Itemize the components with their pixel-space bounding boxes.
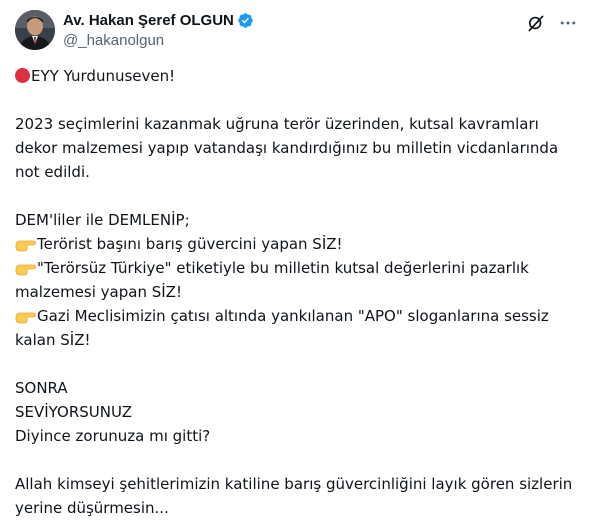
closing-line-1: SONRA	[15, 379, 68, 397]
intro-line: DEM'liler ile DEMLENİP;	[15, 211, 190, 229]
backhand-index-pointing-right-emoji	[15, 259, 37, 276]
bullet-2: "Terörsüz Türkiye" etiketiyle bu milleti…	[15, 256, 580, 304]
tweet-card: Av. Hakan Şeref OLGUN @_hakanolgun EYY Y…	[0, 0, 593, 526]
more-dots-icon[interactable]	[557, 12, 579, 34]
bullet-2-text: "Terörsüz Türkiye" etiketiyle bu milleti…	[15, 259, 529, 301]
author-header: Av. Hakan Şeref OLGUN @_hakanolgun	[63, 10, 254, 49]
post-top-actions	[525, 12, 579, 34]
closing-line-3: Diyince zorunuza mı gitti?	[15, 427, 211, 445]
bullet-1: Terörist başını barış güvercini yapan Sİ…	[15, 232, 580, 256]
backhand-index-pointing-right-emoji	[15, 235, 37, 252]
author-display-name[interactable]: Av. Hakan Şeref OLGUN	[63, 12, 234, 29]
grok-icon[interactable]	[525, 12, 547, 34]
avatar-image	[15, 10, 55, 50]
tweet-text: EYY Yurdunuseven! 2023 seçimlerini kazan…	[15, 64, 580, 520]
bullet-3-text: Gazi Meclisimizin çatısı altında yankıla…	[15, 307, 549, 349]
closing-line-2: SEVİYORSUNUZ	[15, 403, 132, 421]
author-handle[interactable]: @_hakanolgun	[63, 32, 254, 49]
bullet-3: Gazi Meclisimizin çatısı altında yankıla…	[15, 304, 580, 352]
greeting-line: EYY Yurdunuseven!	[15, 64, 580, 88]
final-paragraph: Allah kimseyi şehitlerimizin katiline ba…	[15, 475, 573, 517]
paragraph-1: 2023 seçimlerini kazanmak uğruna terör ü…	[15, 115, 559, 181]
avatar[interactable]	[15, 10, 55, 50]
bullet-1-text: Terörist başını barış güvercini yapan Sİ…	[37, 235, 343, 253]
verified-badge-icon	[237, 12, 254, 29]
backhand-index-pointing-right-emoji	[15, 307, 37, 324]
red-circle-emoji	[15, 68, 30, 83]
greeting-text: EYY Yurdunuseven!	[31, 67, 176, 85]
